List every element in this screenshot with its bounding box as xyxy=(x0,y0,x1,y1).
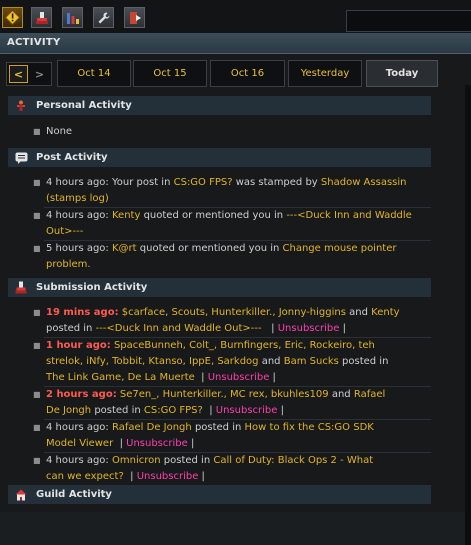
post-activity-header: Post Activity xyxy=(8,148,431,167)
timestamp: 19 mins ago: xyxy=(46,307,119,318)
user-link[interactable]: Rafael De Jongh xyxy=(112,422,192,433)
tab-oct-14[interactable]: Oct 14 xyxy=(57,60,131,87)
timestamp: 4 hours ago: xyxy=(46,210,109,221)
top-toolbar xyxy=(0,0,471,33)
unsubscribe-link[interactable]: Unsubscribe xyxy=(208,372,270,383)
thread-link[interactable]: Call of Duty: Black Ops 2 - What xyxy=(213,455,373,466)
thread-link[interactable]: The Link Game, De La Muerte xyxy=(46,372,195,383)
activity-text: and xyxy=(331,389,351,400)
user-link[interactable]: Rafael xyxy=(354,389,385,400)
thread-link[interactable]: CS:GO FPS? xyxy=(144,405,203,416)
tab-yesterday[interactable]: Yesterday xyxy=(288,60,362,87)
thread-link[interactable]: CS:GO FPS? xyxy=(174,177,233,188)
activity-text: posted in xyxy=(163,455,211,466)
next-day-button[interactable]: > xyxy=(30,65,49,83)
prev-day-button[interactable]: < xyxy=(9,65,28,83)
activity-text: quoted or mentioned you in xyxy=(139,243,280,254)
exit-icon xyxy=(129,11,141,24)
stats-button[interactable] xyxy=(62,7,83,28)
logout-button[interactable] xyxy=(124,7,145,28)
chart-icon xyxy=(66,12,79,24)
activity-text: and xyxy=(349,307,368,318)
timestamp: 5 hours ago: xyxy=(46,243,109,254)
alert-icon xyxy=(5,10,20,25)
unsubscribe-link[interactable]: Unsubscribe xyxy=(126,438,188,449)
stamp-icon xyxy=(35,11,48,24)
timestamp: 4 hours ago: xyxy=(46,455,109,466)
unsubscribe-link[interactable]: Unsubscribe xyxy=(216,405,278,416)
wrench-icon xyxy=(98,11,110,23)
personal-activity-header: Personal Activity xyxy=(8,96,431,115)
user-links[interactable]: $carface, Scouts, Hunterkiller., Jonny-h… xyxy=(122,307,346,318)
activity-text: posted in xyxy=(342,356,389,367)
user-link[interactable]: De Jongh xyxy=(46,405,91,416)
user-links[interactable]: SpaceBunneh, Colt_, Burnfingers, Eric, R… xyxy=(114,340,375,351)
timestamp: 4 hours ago: xyxy=(46,422,109,433)
user-link[interactable]: Omnicron xyxy=(112,455,161,466)
activity-text: and xyxy=(261,356,281,367)
activity-text: quoted or mentioned you in xyxy=(143,210,284,221)
thread-link[interactable]: can we expect? xyxy=(46,471,124,482)
tab-oct-16[interactable]: Oct 16 xyxy=(210,60,285,87)
day-nav-arrows: < > xyxy=(6,62,52,86)
empty-state: None xyxy=(46,126,73,137)
user-links[interactable]: Se7en_, Hunterkiller., MC rex, bkuhles10… xyxy=(120,389,329,400)
thread-link[interactable]: How to fix the CS:GO SDK xyxy=(245,422,374,433)
activity-text: posted in xyxy=(46,323,93,334)
toolbar-search-field[interactable] xyxy=(346,10,471,32)
user-link[interactable]: Bam Sucks xyxy=(284,356,339,367)
timestamp: 2 hours ago: xyxy=(46,389,117,400)
tab-oct-15[interactable]: Oct 15 xyxy=(133,60,207,87)
stamps-button[interactable] xyxy=(31,7,52,28)
settings-button[interactable] xyxy=(93,7,114,28)
activity-text: Your post in xyxy=(112,177,171,188)
activity-panel: ACTIVITY < > Oct 14 Oct 15 Oct 16 Yester… xyxy=(0,33,471,545)
section-title: Submission Activity xyxy=(36,282,148,293)
stamp-icon xyxy=(14,281,28,295)
comment-icon xyxy=(14,151,28,165)
unsubscribe-link[interactable]: Unsubscribe xyxy=(278,323,340,334)
user-links[interactable]: strelok, iNfy, Tobbit, Ktanso, IppE, Sar… xyxy=(46,356,259,367)
thread-link[interactable]: Model Viewer xyxy=(46,438,113,449)
unsubscribe-link[interactable]: Unsubscribe xyxy=(137,471,199,482)
activity-text: was stamped by xyxy=(235,177,318,188)
activity-text: posted in xyxy=(94,405,141,416)
tab-today[interactable]: Today xyxy=(366,60,438,87)
alert-button[interactable] xyxy=(2,7,23,28)
panel-edge xyxy=(465,85,471,545)
section-title: Post Activity xyxy=(36,152,108,163)
activity-text: posted in xyxy=(194,422,242,433)
person-icon xyxy=(14,99,28,113)
section-title: Guild Activity xyxy=(36,489,112,500)
user-link[interactable]: K@rt xyxy=(112,243,137,254)
timestamp: 4 hours ago: xyxy=(46,177,109,188)
user-link[interactable]: Kenty xyxy=(371,307,399,318)
section-title: Personal Activity xyxy=(36,100,132,111)
activity-header: ACTIVITY xyxy=(0,33,471,54)
timestamp: 1 hour ago: xyxy=(46,340,111,351)
thread-link[interactable]: ---<Duck Inn and Waddle Out>--- xyxy=(96,323,262,334)
submission-activity-header: Submission Activity xyxy=(8,278,431,297)
guild-activity-header: Guild Activity xyxy=(8,485,431,504)
user-link[interactable]: Kenty xyxy=(112,210,140,221)
page-title: ACTIVITY xyxy=(7,37,61,48)
house-icon xyxy=(14,488,28,502)
